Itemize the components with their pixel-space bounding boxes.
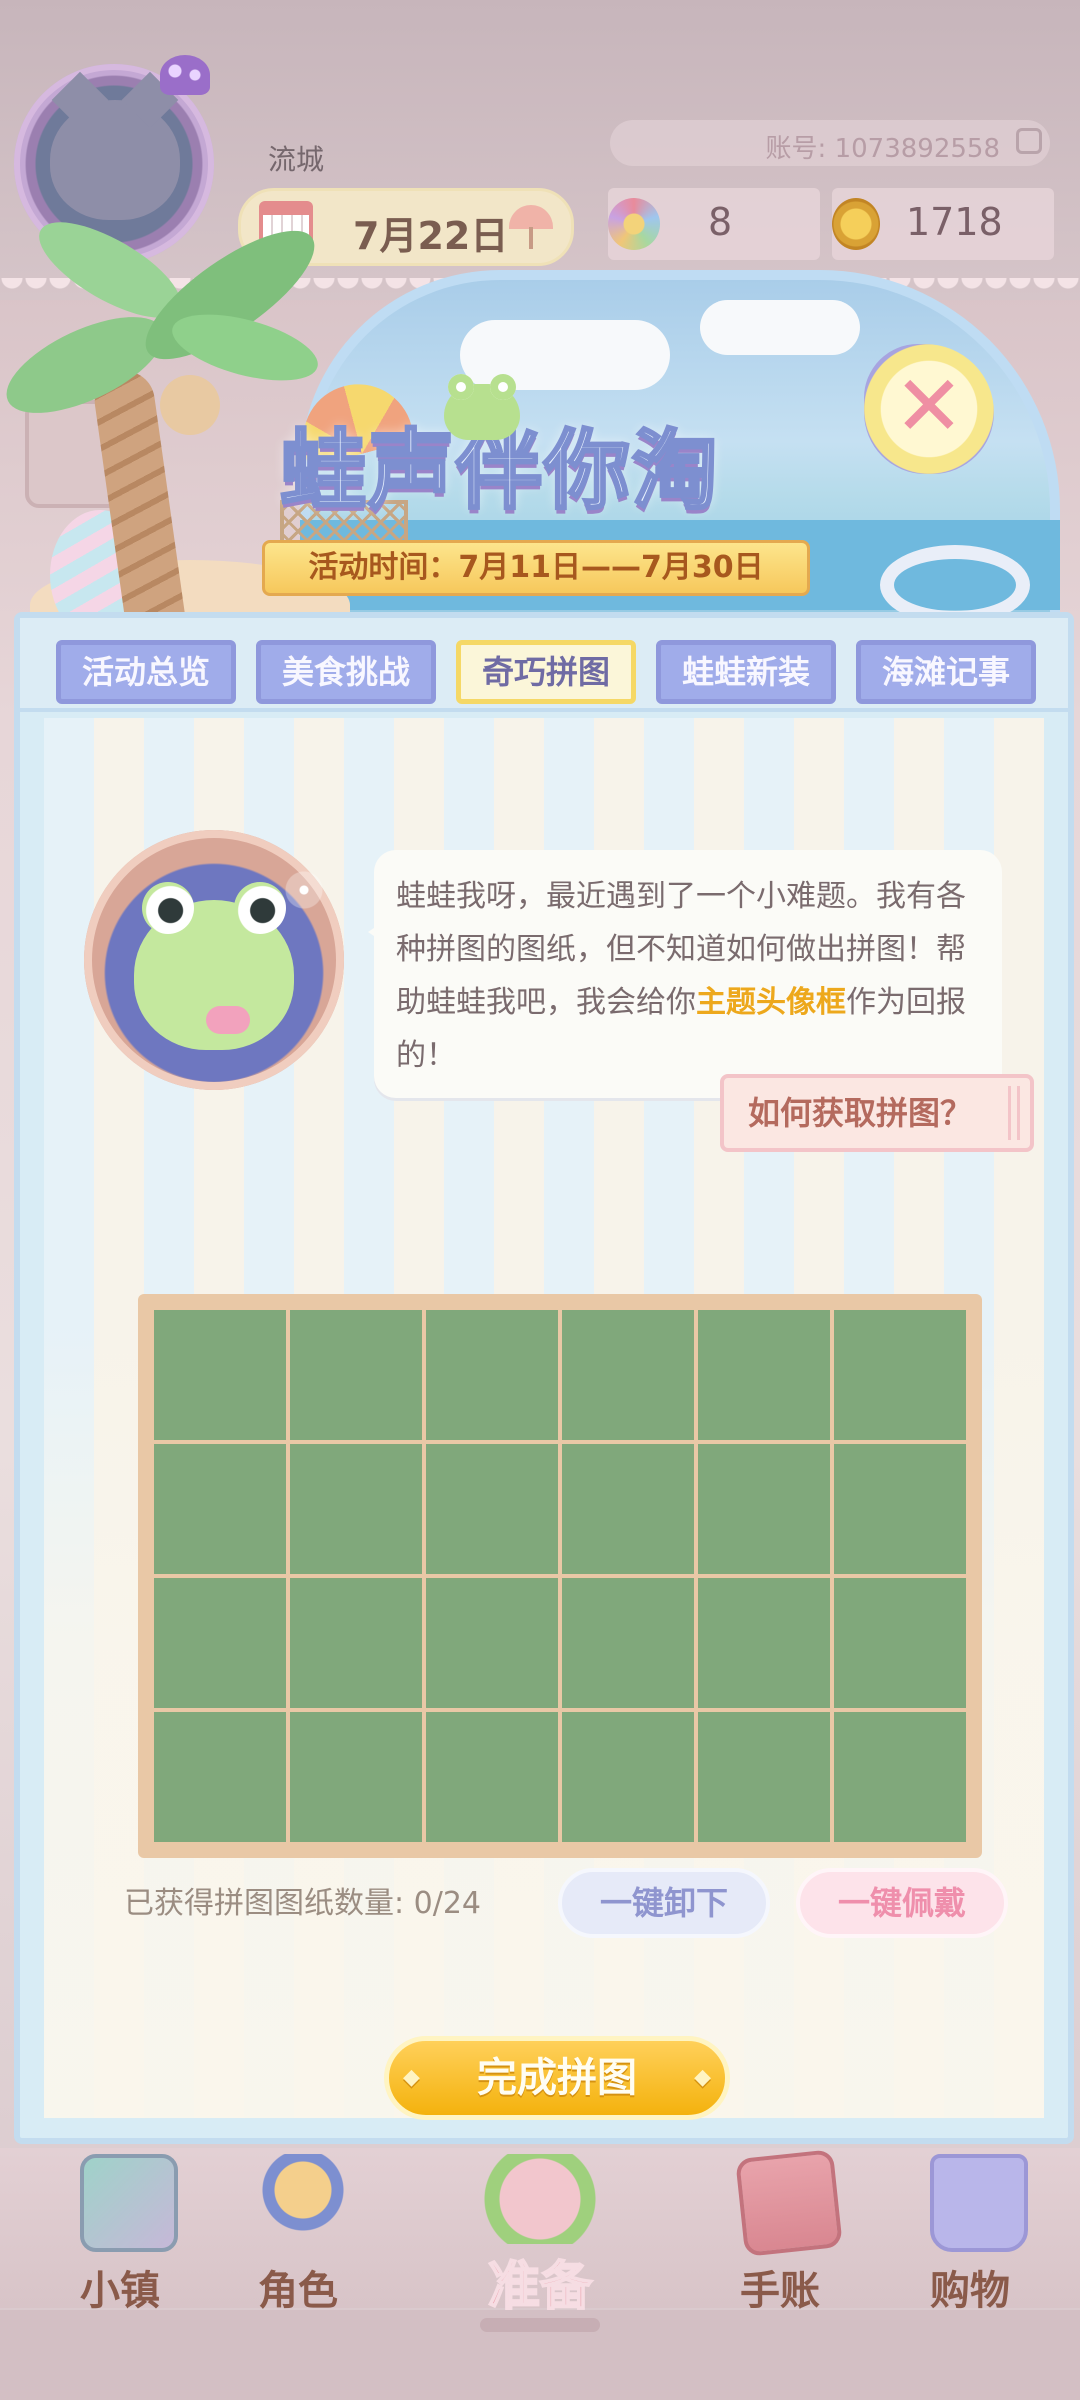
puzzle-slot[interactable] <box>290 1444 422 1574</box>
frog-npc-portrait <box>84 830 344 1090</box>
prepare-icon <box>470 2154 610 2244</box>
equip-all-button[interactable]: 一键佩戴 <box>796 1868 1008 1938</box>
bow-icon <box>206 1006 250 1034</box>
puzzle-slot[interactable] <box>154 1310 286 1440</box>
event-panel: 活动总览 美食挑战 奇巧拼图 蛙蛙新装 海滩记事 蛙蛙我呀，最近遇到了一个小难题… <box>14 612 1074 2144</box>
city-name: 流城 <box>268 143 325 176</box>
nav-shopping[interactable]: 购物 <box>890 2148 1050 2314</box>
puzzle-slot[interactable] <box>154 1578 286 1708</box>
home-indicator[interactable] <box>480 2318 600 2332</box>
puzzle-slot[interactable] <box>698 1712 830 1842</box>
puzzle-slot[interactable] <box>562 1310 694 1440</box>
puzzle-slot[interactable] <box>834 1444 966 1574</box>
character-icon <box>258 2154 348 2244</box>
puzzle-slot[interactable] <box>426 1310 558 1440</box>
puzzle-slot[interactable] <box>290 1310 422 1440</box>
flower-currency[interactable]: 8 <box>608 188 820 260</box>
mushroom-decoration-icon <box>160 55 210 95</box>
tab-bar: 活动总览 美食挑战 奇巧拼图 蛙蛙新装 海滩记事 <box>20 618 1068 712</box>
flower-icon <box>608 198 660 250</box>
puzzle-slot[interactable] <box>290 1578 422 1708</box>
nav-journal[interactable]: 手账 <box>700 2148 860 2314</box>
nav-label: 准备 <box>487 2256 593 2318</box>
how-to-get-puzzle-button[interactable]: 如何获取拼图？ <box>720 1074 1034 1152</box>
puzzle-slot[interactable] <box>426 1578 558 1708</box>
puzzle-slot[interactable] <box>562 1712 694 1842</box>
tab-puzzle[interactable]: 奇巧拼图 <box>456 640 636 704</box>
umbrella-weather-icon <box>509 205 553 249</box>
complete-puzzle-button[interactable]: 完成拼图 <box>384 2036 730 2120</box>
nav-label: 手账 <box>740 2268 820 2314</box>
blueprint-count: 已获得拼图图纸数量: 0/24 <box>124 1886 482 1921</box>
puzzle-slot[interactable] <box>154 1444 286 1574</box>
journal-icon <box>735 2149 843 2257</box>
puzzle-slot[interactable] <box>698 1310 830 1440</box>
tab-overview[interactable]: 活动总览 <box>56 640 236 704</box>
puzzle-slot[interactable] <box>426 1444 558 1574</box>
tab-frog-outfit[interactable]: 蛙蛙新装 <box>656 640 836 704</box>
nav-prepare[interactable]: 准备 <box>430 2148 650 2318</box>
tab-food-challenge[interactable]: 美食挑战 <box>256 640 436 704</box>
tab-beach-story[interactable]: 海滩记事 <box>856 640 1036 704</box>
cat-avatar-icon <box>50 100 180 220</box>
nav-label: 小镇 <box>80 2268 160 2314</box>
puzzle-slot[interactable] <box>698 1444 830 1574</box>
nav-character[interactable]: 角色 <box>218 2148 378 2314</box>
coin-currency[interactable]: 1718 <box>832 188 1054 260</box>
copy-icon[interactable] <box>1016 128 1042 154</box>
puzzle-slot[interactable] <box>834 1712 966 1842</box>
puzzle-slot[interactable] <box>562 1444 694 1574</box>
date-text: 7月22日 <box>353 214 509 258</box>
cloud-decoration <box>700 300 860 355</box>
puzzle-slot[interactable] <box>834 1578 966 1708</box>
bottom-nav: 小镇 角色 准备 手账 购物 <box>0 2148 1080 2318</box>
coconut-decoration <box>160 375 220 435</box>
puzzle-slot[interactable] <box>834 1310 966 1440</box>
coin-count: 1718 <box>906 200 1003 244</box>
frog-logo-icon <box>444 374 520 440</box>
shopping-bag-icon <box>930 2154 1028 2252</box>
puzzle-slot[interactable] <box>154 1712 286 1842</box>
flower-count: 8 <box>708 200 733 244</box>
coin-icon <box>832 198 880 250</box>
nav-label: 角色 <box>258 2268 338 2314</box>
event-time-ribbon: 活动时间：7月11日——7月30日 <box>262 540 810 596</box>
puzzle-board <box>138 1294 982 1858</box>
dialog-bubble: 蛙蛙我呀，最近遇到了一个小难题。我有各种拼图的图纸，但不知道如何做出拼图！帮助蛙… <box>368 850 1002 1098</box>
account-id: 账号: 1073892558 <box>765 134 1000 164</box>
dialog-highlight: 主题头像框 <box>696 985 846 1020</box>
unequip-all-button[interactable]: 一键卸下 <box>558 1868 770 1938</box>
puzzle-slot[interactable] <box>562 1578 694 1708</box>
puzzle-content: 蛙蛙我呀，最近遇到了一个小难题。我有各种拼图的图纸，但不知道如何做出拼图！帮助蛙… <box>44 718 1044 2120</box>
firework-sparkle-icon <box>284 870 324 910</box>
close-icon: ✕ <box>893 357 965 455</box>
puzzle-slot[interactable] <box>290 1712 422 1842</box>
nav-town[interactable]: 小镇 <box>40 2148 200 2314</box>
puzzle-grid <box>154 1310 966 1842</box>
map-icon <box>80 2154 178 2252</box>
puzzle-slot[interactable] <box>698 1578 830 1708</box>
nav-label: 购物 <box>930 2268 1010 2314</box>
puzzle-slot[interactable] <box>426 1712 558 1842</box>
event-time-text: 活动时间：7月11日——7月30日 <box>308 550 764 585</box>
account-box: 账号: 1073892558 <box>610 120 1050 166</box>
